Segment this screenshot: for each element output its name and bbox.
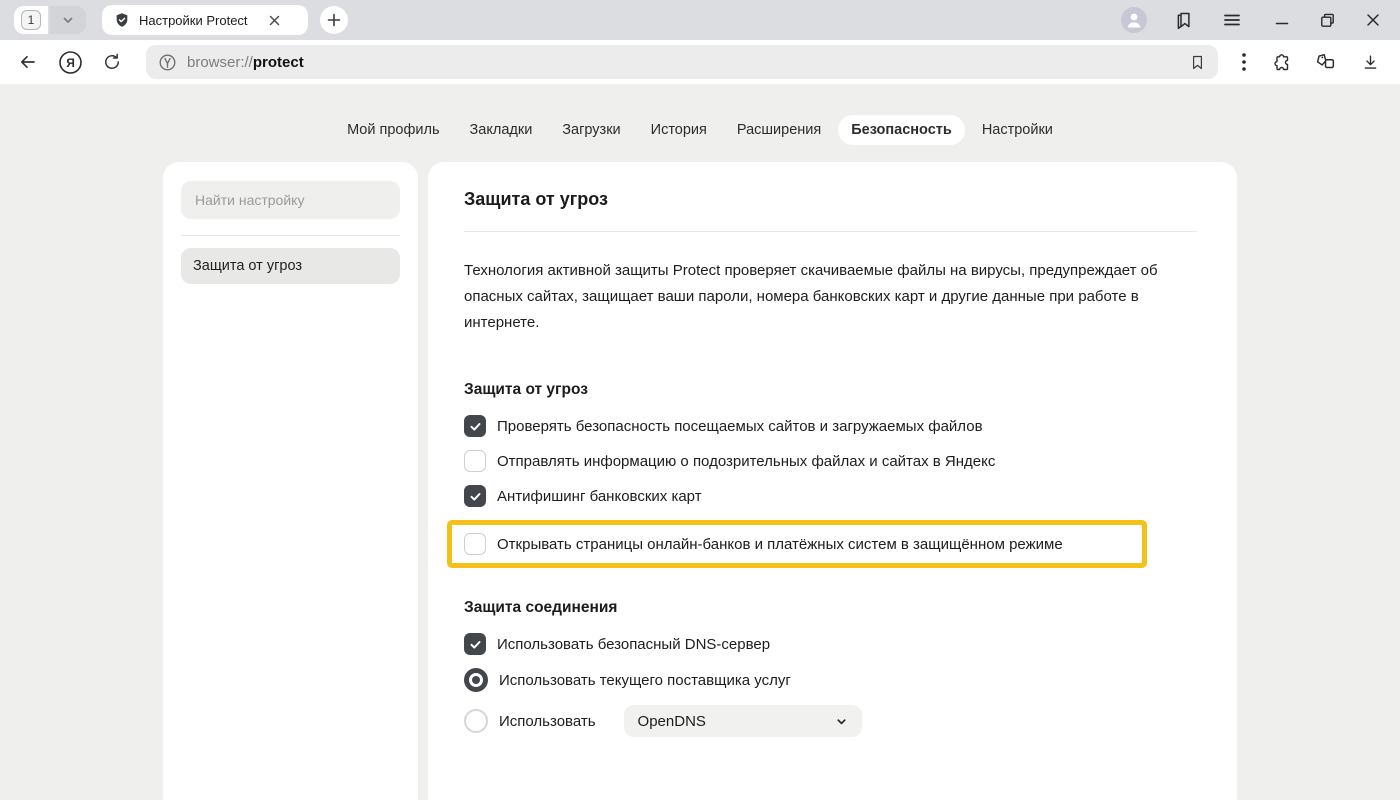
radio-custom-provider[interactable]: Использовать OpenDNS (464, 705, 1197, 737)
option-label: Открывать страницы онлайн-банков и платё… (497, 536, 1063, 553)
tab-title: Настройки Protect (139, 13, 248, 28)
protect-description: Технология активной защиты Protect прове… (464, 258, 1197, 336)
option-antiphishing-cards[interactable]: Антифишинг банковских карт (464, 485, 1197, 507)
url-host: protect (253, 54, 304, 71)
sidebar-divider (181, 235, 400, 236)
connection-options: Использовать безопасный DNS-сервер Испол… (464, 633, 1197, 737)
window-minimize-icon[interactable] (1275, 13, 1289, 27)
window-close-icon[interactable] (1366, 13, 1380, 27)
option-secure-dns[interactable]: Использовать безопасный DNS-сервер (464, 633, 1197, 655)
nav-tab-profile[interactable]: Мой профиль (334, 115, 452, 145)
yandex-home-button[interactable]: Я (54, 46, 86, 78)
browser-tab-active[interactable]: Настройки Protect (102, 5, 308, 35)
tab-group-control[interactable]: 1 (14, 6, 86, 34)
highlight-annotation-box: Открывать страницы онлайн-банков и платё… (447, 520, 1147, 568)
settings-search-input[interactable] (181, 181, 400, 219)
url-text: browser://protect (187, 54, 304, 71)
radio-current-provider[interactable]: Использовать текущего поставщика услуг (464, 668, 1197, 692)
dns-provider-value: OpenDNS (638, 713, 835, 730)
new-tab-button[interactable] (320, 6, 348, 34)
nav-tab-bookmarks[interactable]: Закладки (457, 115, 546, 145)
browser-toolbar: Я browser://protect (0, 40, 1400, 84)
option-protected-banking-mode[interactable]: Открывать страницы онлайн-банков и платё… (464, 533, 1130, 555)
check-icon (469, 420, 482, 433)
extensions-puzzle-icon[interactable] (1270, 52, 1291, 73)
chevron-down-icon (61, 13, 75, 27)
tab-counter-badge: 1 (21, 10, 41, 30)
nav-tab-extensions[interactable]: Расширения (724, 115, 834, 145)
checkbox-unchecked[interactable] (464, 450, 486, 472)
downloads-icon[interactable] (1361, 53, 1380, 72)
threat-options: Проверять безопасность посещаемых сайтов… (464, 415, 1197, 568)
plus-icon (327, 13, 341, 27)
settings-main-panel: Защита от угроз Технология активной защи… (428, 162, 1237, 800)
bookmark-icon[interactable] (1189, 54, 1206, 71)
nav-tab-settings[interactable]: Настройки (969, 115, 1066, 145)
site-badge-icon[interactable] (158, 53, 177, 72)
dns-provider-select[interactable]: OpenDNS (624, 705, 862, 737)
option-check-sites-files[interactable]: Проверять безопасность посещаемых сайтов… (464, 415, 1197, 437)
protect-shield-favicon (114, 12, 130, 28)
window-restore-icon[interactable] (1320, 13, 1335, 28)
browser-menu-icon[interactable] (1222, 10, 1242, 30)
bookmarks-panel-icon[interactable] (1174, 10, 1195, 31)
check-icon (469, 490, 482, 503)
sidebar-item-threat-protection[interactable]: Защита от угроз (181, 248, 400, 284)
checkbox-checked[interactable] (464, 485, 486, 507)
page-actions-kebab-icon[interactable] (1242, 53, 1246, 71)
option-label: Использовать текущего поставщика услуг (499, 672, 791, 689)
nav-tab-security[interactable]: Безопасность (838, 115, 965, 145)
address-bar[interactable]: browser://protect (146, 45, 1218, 79)
refresh-button[interactable] (96, 46, 128, 78)
checkbox-checked[interactable] (464, 415, 486, 437)
radio-unselected[interactable] (464, 709, 488, 733)
page-title: Защита от угроз (464, 189, 1197, 210)
tab-list-dropdown[interactable] (50, 6, 86, 34)
option-label: Проверять безопасность посещаемых сайтов… (497, 418, 983, 435)
connection-section-heading: Защита соединения (464, 599, 1197, 617)
option-label: Использовать (499, 713, 596, 730)
option-send-suspicious-info[interactable]: Отправлять информацию о подозрительных ф… (464, 450, 1197, 472)
protect-settings-page: Мой профиль Закладки Загрузки История Ра… (0, 84, 1400, 800)
collections-tag-icon[interactable] (1315, 51, 1337, 73)
option-label: Антифишинг банковских карт (497, 488, 702, 505)
nav-tab-history[interactable]: История (638, 115, 720, 145)
nav-tab-downloads[interactable]: Загрузки (549, 115, 633, 145)
checkbox-unchecked[interactable] (464, 533, 486, 555)
url-scheme: browser:// (187, 54, 253, 71)
svg-text:Я: Я (66, 56, 75, 70)
checkbox-checked[interactable] (464, 633, 486, 655)
check-icon (469, 638, 482, 651)
tab-strip: 1 Настройки Protect (0, 0, 1400, 40)
tab-counter[interactable]: 1 (14, 6, 48, 34)
title-divider (464, 231, 1197, 232)
option-label: Использовать безопасный DNS-сервер (497, 636, 770, 653)
settings-sidebar: Защита от угроз (163, 162, 418, 800)
back-button[interactable] (12, 46, 44, 78)
tab-close-icon[interactable] (269, 15, 280, 26)
radio-selected[interactable] (464, 668, 488, 692)
settings-nav-tabs: Мой профиль Закладки Загрузки История Ра… (0, 115, 1400, 145)
option-label: Отправлять информацию о подозрительных ф… (497, 453, 995, 470)
threat-section-heading: Защита от угроз (464, 381, 1197, 399)
chevron-down-icon (835, 715, 848, 728)
profile-avatar[interactable] (1121, 7, 1147, 33)
